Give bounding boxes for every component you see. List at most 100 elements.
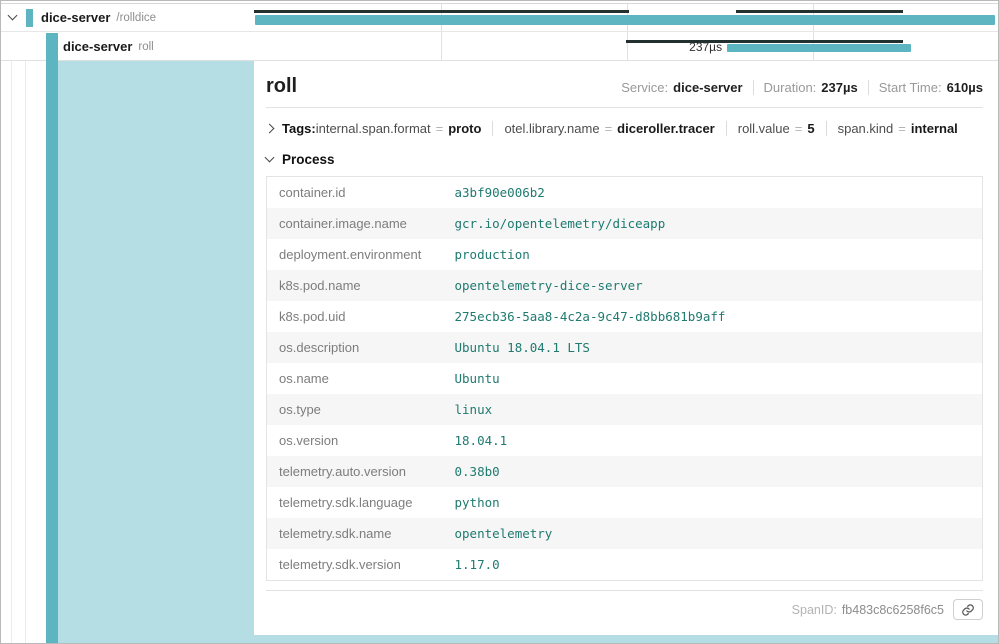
detail-row-left-column: [46, 61, 254, 643]
critical-path-segment: [736, 10, 903, 13]
service-color-stripe: [46, 33, 58, 643]
kv-key: os.version: [267, 425, 443, 456]
span-timeline-cell: 237µs: [254, 33, 997, 60]
process-row: telemetry.sdk.name opentelemetry: [267, 518, 983, 549]
kv-value: production: [443, 239, 983, 270]
span-detail-panel: roll Service: dice-server Duration: 237µ…: [254, 61, 997, 635]
tag-value: 5: [807, 121, 814, 136]
tag-divider: [726, 121, 727, 136]
tag-value: diceroller.tracer: [617, 121, 715, 136]
process-row: container.id a3bf90e006b2: [267, 177, 983, 209]
tag-equals: =: [605, 121, 613, 136]
span-title: roll: [266, 75, 297, 98]
kv-value: a3bf90e006b2: [443, 177, 983, 209]
tree-indent-guide: [11, 61, 12, 643]
duration-label: Duration:: [764, 80, 817, 95]
process-kv-table: container.id a3bf90e006b2 container.imag…: [266, 176, 983, 581]
trace-timeline-page: dice-server /rolldice dice-server roll 2…: [0, 0, 999, 644]
critical-path-segment: [254, 10, 629, 13]
span-timeline-cell: [254, 4, 997, 31]
tag-divider: [492, 121, 493, 136]
kv-value: linux: [443, 394, 983, 425]
detail-bottom-accent: [254, 635, 998, 643]
kv-key: os.type: [267, 394, 443, 425]
tag-value: internal: [911, 121, 958, 136]
kv-key: k8s.pod.uid: [267, 301, 443, 332]
service-label: Service:: [621, 80, 668, 95]
tag-item: span.kind = internal: [838, 121, 958, 136]
process-row: container.image.name gcr.io/opentelemetr…: [267, 208, 983, 239]
process-row: telemetry.sdk.language python: [267, 487, 983, 518]
service-name[interactable]: dice-server: [63, 39, 132, 54]
tag-key: otel.library.name: [504, 121, 599, 136]
operation-name: roll: [138, 41, 153, 53]
kv-value: Ubuntu 18.04.1 LTS: [443, 332, 983, 363]
span-row-rolldice[interactable]: dice-server /rolldice: [1, 3, 998, 32]
critical-path-segment: [626, 40, 903, 43]
span-row-roll[interactable]: dice-server roll 237µs: [1, 33, 998, 61]
tags-label: Tags:: [282, 121, 316, 136]
spanid-label: SpanID:: [792, 603, 837, 617]
span-detail-footer: SpanID: fb483c8c6258f6c5: [266, 590, 983, 628]
span-meta: Service: dice-server Duration: 237µs Sta…: [621, 80, 983, 95]
kv-key: container.id: [267, 177, 443, 209]
process-section-toggle[interactable]: Process: [266, 152, 983, 167]
header-divider: [266, 107, 983, 108]
kv-value: opentelemetry-dice-server: [443, 270, 983, 301]
start-time-value: 610µs: [947, 80, 983, 95]
kv-value: 1.17.0: [443, 549, 983, 581]
kv-value: 0.38b0: [443, 456, 983, 487]
kv-key: container.image.name: [267, 208, 443, 239]
process-row: os.name Ubuntu: [267, 363, 983, 394]
span-detail-header: roll Service: dice-server Duration: 237µ…: [266, 75, 983, 98]
tag-item: otel.library.name = diceroller.tracer: [504, 121, 714, 136]
process-row: os.description Ubuntu 18.04.1 LTS: [267, 332, 983, 363]
kv-value: gcr.io/opentelemetry/diceapp: [443, 208, 983, 239]
kv-key: telemetry.sdk.name: [267, 518, 443, 549]
kv-value: opentelemetry: [443, 518, 983, 549]
link-icon: [961, 603, 975, 617]
kv-key: os.name: [267, 363, 443, 394]
tag-item: roll.value = 5: [738, 121, 815, 136]
kv-key: os.description: [267, 332, 443, 363]
chevron-down-icon[interactable]: [8, 11, 18, 21]
kv-key: telemetry.sdk.language: [267, 487, 443, 518]
chevron-right-icon[interactable]: [265, 124, 275, 134]
spanid-value: fb483c8c6258f6c5: [842, 603, 944, 617]
process-row: telemetry.sdk.version 1.17.0: [267, 549, 983, 581]
start-time-label: Start Time:: [879, 80, 942, 95]
tag-key: internal.span.format: [316, 121, 431, 136]
process-row: deployment.environment production: [267, 239, 983, 270]
span-name-cell[interactable]: dice-server /rolldice: [1, 4, 254, 31]
tag-item: internal.span.format = proto: [316, 121, 482, 136]
tags-summary-row[interactable]: Tags: internal.span.format = proto otel.…: [266, 121, 983, 136]
tag-value: proto: [448, 121, 481, 136]
span-bar[interactable]: [727, 44, 911, 52]
chevron-down-icon[interactable]: [265, 153, 275, 163]
service-name[interactable]: dice-server: [41, 10, 110, 25]
service-value: dice-server: [673, 80, 742, 95]
copy-link-button[interactable]: [953, 599, 983, 620]
tag-key: roll.value: [738, 121, 790, 136]
kv-key: k8s.pod.name: [267, 270, 443, 301]
kv-value: 275ecb36-5aa8-4c2a-9c47-d8bb681b9aff: [443, 301, 983, 332]
tree-indent-guide: [25, 61, 26, 643]
tag-equals: =: [795, 121, 803, 136]
process-row: k8s.pod.name opentelemetry-dice-server: [267, 270, 983, 301]
process-label: Process: [282, 152, 335, 167]
service-color-swatch: [26, 9, 33, 27]
duration-value: 237µs: [821, 80, 857, 95]
kv-key: telemetry.sdk.version: [267, 549, 443, 581]
tag-equals: =: [436, 121, 444, 136]
span-bar[interactable]: [255, 15, 995, 25]
meta-divider: [753, 80, 754, 95]
process-row: telemetry.auto.version 0.38b0: [267, 456, 983, 487]
kv-value: python: [443, 487, 983, 518]
kv-key: telemetry.auto.version: [267, 456, 443, 487]
kv-value: 18.04.1: [443, 425, 983, 456]
operation-name: /rolldice: [116, 12, 156, 24]
process-row: os.version 18.04.1: [267, 425, 983, 456]
span-name-cell[interactable]: dice-server roll: [1, 33, 254, 60]
process-row: os.type linux: [267, 394, 983, 425]
tag-equals: =: [898, 121, 906, 136]
